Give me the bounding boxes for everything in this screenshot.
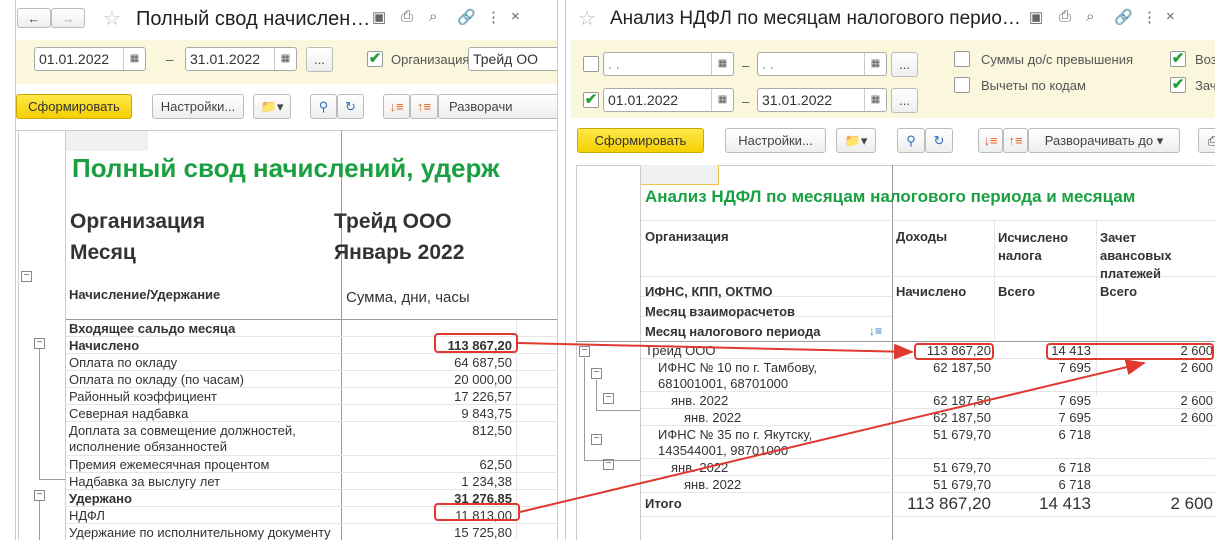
- arrow-ndfl: [519, 359, 1146, 513]
- arrows-overlay: [517, 342, 1146, 513]
- arrow-accrued: [517, 342, 914, 360]
